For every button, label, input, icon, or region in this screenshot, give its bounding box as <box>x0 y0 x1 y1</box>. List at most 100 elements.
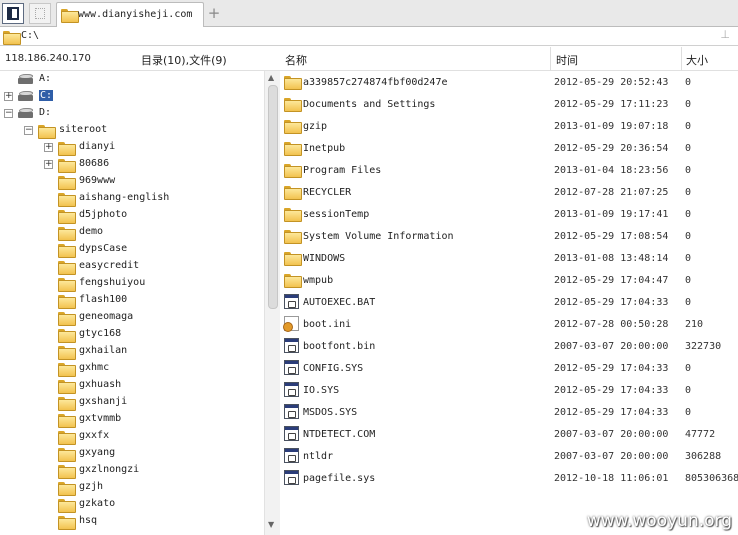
tree-item-folder[interactable]: +80686 <box>0 156 264 173</box>
file-name[interactable]: bootfont.bin <box>303 341 375 352</box>
pin-icon[interactable]: ⊥ <box>720 28 730 41</box>
file-name[interactable]: sessionTemp <box>303 209 369 220</box>
file-row[interactable]: a339857c274874fbf00d247e 2012-05-29 20:52… <box>280 71 738 93</box>
tree-item-label[interactable]: aishang-english <box>79 192 169 203</box>
file-row[interactable]: ntldr 2007-03-07 20:00:00 306288 <box>280 445 738 467</box>
file-row[interactable]: wmpub 2012-05-29 17:04:47 0 <box>280 269 738 291</box>
tree-item-folder[interactable]: d5jphoto <box>0 207 264 224</box>
file-name[interactable]: ntldr <box>303 451 333 462</box>
tree-item-drive[interactable]: A: <box>0 71 264 88</box>
file-row[interactable]: MSDOS.SYS 2012-05-29 17:04:33 0 <box>280 401 738 423</box>
expand-icon[interactable]: + <box>4 92 13 101</box>
file-row[interactable]: gzip 2013-01-09 19:07:18 0 <box>280 115 738 137</box>
file-row[interactable]: WINDOWS 2013-01-08 13:48:14 0 <box>280 247 738 269</box>
tree-item-label[interactable]: dypsCase <box>79 243 127 254</box>
expand-icon[interactable]: + <box>44 143 53 152</box>
tree-item-label[interactable]: gxtvmmb <box>79 413 121 424</box>
sidebar-toggle-button[interactable] <box>2 3 24 24</box>
file-row[interactable]: System Volume Information 2012-05-29 17:0… <box>280 225 738 247</box>
file-row[interactable]: pagefile.sys 2012-10-18 11:06:01 805306368 <box>280 467 738 489</box>
tree-item-label[interactable]: dianyi <box>79 141 115 152</box>
tree-item-label[interactable]: demo <box>79 226 103 237</box>
tab-current[interactable]: www.dianyisheji.com <box>56 2 204 27</box>
tree-item-folder[interactable]: hsq <box>0 513 264 530</box>
tree-item-label[interactable]: gxzlnongzi <box>79 464 139 475</box>
blank-page-button[interactable] <box>29 3 51 24</box>
tree-item-folder[interactable]: gxtvmmb <box>0 411 264 428</box>
tree-item-folder[interactable]: gxhuash <box>0 377 264 394</box>
file-name[interactable]: a339857c274874fbf00d247e <box>303 77 448 88</box>
tree-item-folder[interactable]: demo <box>0 224 264 241</box>
file-row[interactable]: NTDETECT.COM 2007-03-07 20:00:00 47772 <box>280 423 738 445</box>
file-name[interactable]: RECYCLER <box>303 187 351 198</box>
tree-item-label[interactable]: gxyang <box>79 447 115 458</box>
file-row[interactable]: Program Files 2013-01-04 18:23:56 0 <box>280 159 738 181</box>
collapse-icon[interactable]: − <box>4 109 13 118</box>
file-row[interactable]: AUTOEXEC.BAT 2012-05-29 17:04:33 0 <box>280 291 738 313</box>
file-name[interactable]: wmpub <box>303 275 333 286</box>
column-header-size[interactable]: 大小 <box>686 52 708 68</box>
tree-item-folder[interactable]: gxshanji <box>0 394 264 411</box>
file-name[interactable]: MSDOS.SYS <box>303 407 357 418</box>
tree-item-label[interactable]: gtyc168 <box>79 328 121 339</box>
tree-item-folder[interactable]: gxzlnongzi <box>0 462 264 479</box>
column-header-name[interactable]: 名称 <box>285 52 307 68</box>
file-row[interactable]: CONFIG.SYS 2012-05-29 17:04:33 0 <box>280 357 738 379</box>
tree-item-label[interactable]: gxhailan <box>79 345 127 356</box>
file-name[interactable]: pagefile.sys <box>303 473 375 484</box>
tree-item-label[interactable]: D: <box>39 107 51 118</box>
file-row[interactable]: boot.ini 2012-07-28 00:50:28 210 <box>280 313 738 335</box>
tree-item-label[interactable]: A: <box>39 73 51 84</box>
column-header-time[interactable]: 时间 <box>556 52 578 68</box>
tree-item-label[interactable]: C: <box>39 90 54 101</box>
tree-item-folder[interactable]: dypsCase <box>0 241 264 258</box>
file-name[interactable]: NTDETECT.COM <box>303 429 375 440</box>
tree-item-folder[interactable]: − siteroot <box>0 122 264 139</box>
address-path[interactable]: C:\ <box>21 30 39 41</box>
column-divider[interactable] <box>681 47 682 71</box>
tree-item-folder[interactable]: gxhmc <box>0 360 264 377</box>
tree-item-folder[interactable]: + dianyi <box>0 139 264 156</box>
tree-item-label[interactable]: easycredit <box>79 260 139 271</box>
file-row[interactable]: Inetpub 2012-05-29 20:36:54 0 <box>280 137 738 159</box>
tree-item-folder[interactable]: gxxfx <box>0 428 264 445</box>
expand-icon[interactable]: + <box>44 160 53 169</box>
tree-item-label[interactable]: gxxfx <box>79 430 109 441</box>
file-name[interactable]: System Volume Information <box>303 231 454 242</box>
scroll-up-arrow-icon[interactable]: ▲ <box>268 73 274 82</box>
tree-item-label[interactable]: gxshanji <box>79 396 127 407</box>
file-name[interactable]: WINDOWS <box>303 253 345 264</box>
tree-item-label[interactable]: 969www <box>79 175 115 186</box>
tree-item-label[interactable]: hsq <box>79 515 97 526</box>
file-row[interactable]: bootfont.bin 2007-03-07 20:00:00 322730 <box>280 335 738 357</box>
tree-item-label[interactable]: gxhuash <box>79 379 121 390</box>
tree-item-folder[interactable]: gzkato <box>0 496 264 513</box>
tree-item-drive[interactable]: − D: <box>0 105 264 122</box>
file-row[interactable]: IO.SYS 2012-05-29 17:04:33 0 <box>280 379 738 401</box>
scroll-down-arrow-icon[interactable]: ▼ <box>268 520 274 529</box>
tree-item-folder[interactable]: fengshuiyou <box>0 275 264 292</box>
file-row[interactable]: Documents and Settings 2012-05-29 17:11:2… <box>280 93 738 115</box>
column-divider[interactable] <box>550 47 551 71</box>
tree-item-label[interactable]: fengshuiyou <box>79 277 145 288</box>
tree-scrollbar[interactable]: ▲ ▼ <box>264 71 280 535</box>
tree-item-folder[interactable]: geneomaga <box>0 309 264 326</box>
tree-item-label[interactable]: 80686 <box>79 158 109 169</box>
file-name[interactable]: IO.SYS <box>303 385 339 396</box>
tree-item-label[interactable]: siteroot <box>59 124 107 135</box>
tree-item-folder[interactable]: easycredit <box>0 258 264 275</box>
file-name[interactable]: gzip <box>303 121 327 132</box>
tree-item-folder[interactable]: flash100 <box>0 292 264 309</box>
new-tab-button[interactable]: + <box>207 4 221 22</box>
file-name[interactable]: Program Files <box>303 165 381 176</box>
file-name[interactable]: boot.ini <box>303 319 351 330</box>
file-name[interactable]: Documents and Settings <box>303 99 435 110</box>
collapse-icon[interactable]: − <box>24 126 33 135</box>
tree-item-folder[interactable]: aishang-english <box>0 190 264 207</box>
tree-item-folder[interactable]: gzjh <box>0 479 264 496</box>
tree-item-label[interactable]: gzkato <box>79 498 115 509</box>
file-row[interactable]: RECYCLER 2012-07-28 21:07:25 0 <box>280 181 738 203</box>
tree-item-folder[interactable]: gxhailan <box>0 343 264 360</box>
file-name[interactable]: CONFIG.SYS <box>303 363 363 374</box>
tree-item-label[interactable]: d5jphoto <box>79 209 127 220</box>
